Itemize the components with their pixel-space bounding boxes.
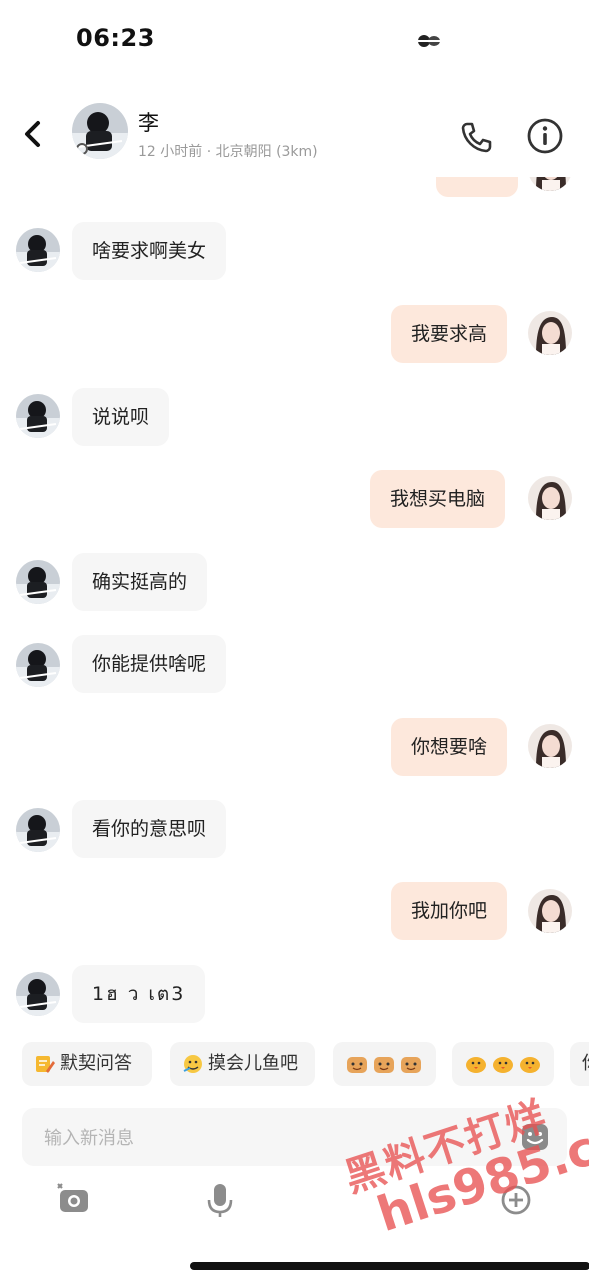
quick-reply-sticker-pudding[interactable]: [333, 1042, 436, 1086]
message-input-bar: [22, 1108, 567, 1168]
message-bubble-outgoing[interactable]: 你想要啥: [391, 718, 508, 776]
emoji-icon[interactable]: [520, 1122, 550, 1152]
fishing-emoji-icon: [183, 1055, 202, 1073]
contact-avatar-small[interactable]: [16, 643, 60, 687]
quick-reply-slack-off[interactable]: 摸会儿鱼吧: [170, 1042, 315, 1086]
bottom-toolbar: [0, 1180, 589, 1230]
message-input[interactable]: [22, 1108, 526, 1168]
quick-reply-partial[interactable]: 你: [570, 1042, 589, 1086]
camera-icon[interactable]: [54, 1180, 94, 1220]
plus-circle-icon[interactable]: [496, 1180, 536, 1220]
self-avatar[interactable]: [528, 311, 572, 355]
chip-label: 摸会儿鱼吧: [208, 1053, 298, 1074]
message-bubble-incoming[interactable]: 说说呗: [72, 388, 170, 446]
status-indicator-icon: [418, 35, 440, 47]
message-bubble-incoming[interactable]: 确实挺高的: [72, 553, 208, 611]
message-bubble-incoming[interactable]: 1ฮ ว เต3: [72, 965, 206, 1023]
contact-avatar-small[interactable]: [16, 394, 60, 438]
chip-label: 默契问答: [60, 1053, 132, 1074]
pudding-cat-stickers-icon: [347, 1057, 421, 1073]
self-avatar[interactable]: [528, 889, 572, 933]
contact-avatar-small[interactable]: [16, 560, 60, 604]
chick-stickers-icon: [466, 1057, 540, 1073]
message-bubble-outgoing[interactable]: 我想买电脑: [370, 470, 506, 528]
message-bubble-incoming[interactable]: 啥要求啊美女: [72, 222, 227, 280]
status-bar: 06:23: [0, 0, 589, 80]
memo-pencil-icon: [36, 1056, 55, 1073]
contact-avatar-small[interactable]: [16, 228, 60, 272]
message-bubble-outgoing-partial[interactable]: [436, 177, 518, 197]
chat-header: 李 12 小时前 · 北京朝阳 (3km): [0, 95, 589, 177]
message-bubble-outgoing[interactable]: 我要求高: [391, 305, 508, 363]
message-bubble-incoming[interactable]: 看你的意思呗: [72, 800, 227, 858]
message-bubble-outgoing[interactable]: 我加你吧: [391, 882, 508, 940]
home-indicator[interactable]: [190, 1262, 589, 1270]
status-time: 06:23: [76, 24, 155, 52]
info-icon[interactable]: [526, 117, 564, 155]
self-avatar[interactable]: [528, 177, 572, 191]
quick-reply-tacit-qa[interactable]: 默契问答: [22, 1042, 152, 1086]
microphone-icon[interactable]: [200, 1180, 240, 1220]
quick-reply-bar[interactable]: 默契问答 摸会儿鱼吧 你: [0, 1038, 589, 1092]
contact-status-location: 12 小时前 · 北京朝阳 (3km): [138, 144, 318, 160]
contact-avatar[interactable]: [72, 103, 128, 159]
back-button[interactable]: [18, 117, 48, 151]
message-list[interactable]: 啥要求啊美女 我要求高 说说呗 我想买电脑 确实挺高的 你能提供啥呢 你想要啥 …: [0, 177, 589, 1030]
contact-avatar-small[interactable]: [16, 972, 60, 1016]
quick-reply-sticker-chick[interactable]: [452, 1042, 554, 1086]
phone-icon[interactable]: [458, 119, 494, 155]
self-avatar[interactable]: [528, 476, 572, 520]
chip-label: 你: [582, 1053, 589, 1074]
contact-name: 李: [138, 111, 159, 135]
self-avatar[interactable]: [528, 724, 572, 768]
message-bubble-incoming[interactable]: 你能提供啥呢: [72, 635, 227, 693]
contact-avatar-small[interactable]: [16, 808, 60, 852]
